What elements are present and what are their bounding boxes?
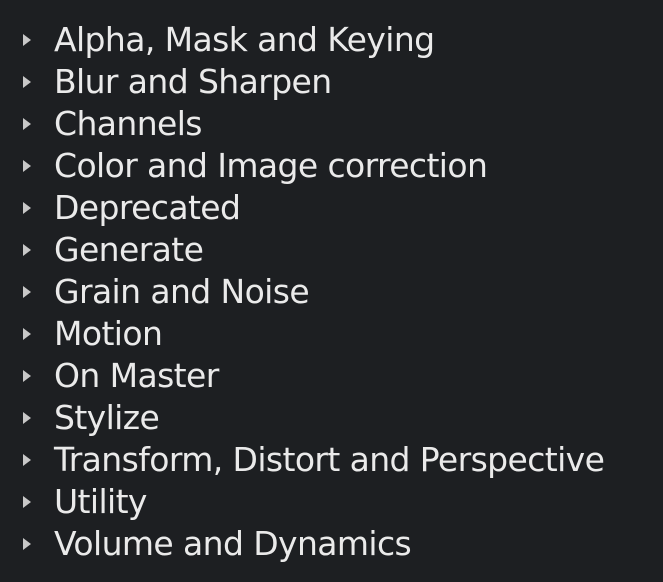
tree-item-utility[interactable]: Utility — [0, 481, 663, 523]
expand-arrow-icon[interactable] — [0, 103, 54, 145]
expand-arrow-icon[interactable] — [0, 439, 54, 481]
tree-item-motion[interactable]: Motion — [0, 313, 663, 355]
expand-arrow-icon[interactable] — [0, 187, 54, 229]
tree-item-blur-sharpen[interactable]: Blur and Sharpen — [0, 61, 663, 103]
tree-item-label: On Master — [54, 356, 219, 395]
tree-item-color-image-correction[interactable]: Color and Image correction — [0, 145, 663, 187]
tree-item-channels[interactable]: Channels — [0, 103, 663, 145]
tree-item-alpha-mask-keying[interactable]: Alpha, Mask and Keying — [0, 19, 663, 61]
tree-item-label: Blur and Sharpen — [54, 62, 332, 101]
expand-arrow-icon[interactable] — [0, 229, 54, 271]
expand-arrow-icon[interactable] — [0, 271, 54, 313]
tree-item-stylize[interactable]: Stylize — [0, 397, 663, 439]
tree-item-on-master[interactable]: On Master — [0, 355, 663, 397]
expand-arrow-icon[interactable] — [0, 61, 54, 103]
expand-arrow-icon[interactable] — [0, 355, 54, 397]
tree-item-label: Volume and Dynamics — [54, 524, 412, 563]
effects-category-tree: Alpha, Mask and Keying Blur and Sharpen … — [0, 0, 663, 582]
expand-arrow-icon[interactable] — [0, 397, 54, 439]
expand-arrow-icon[interactable] — [0, 313, 54, 355]
expand-arrow-icon[interactable] — [0, 19, 54, 61]
expand-arrow-icon[interactable] — [0, 145, 54, 187]
tree-item-label: Generate — [54, 230, 204, 269]
tree-item-generate[interactable]: Generate — [0, 229, 663, 271]
tree-item-grain-noise[interactable]: Grain and Noise — [0, 271, 663, 313]
tree-item-label: Motion — [54, 314, 163, 353]
tree-item-deprecated[interactable]: Deprecated — [0, 187, 663, 229]
tree-item-label: Deprecated — [54, 188, 241, 227]
tree-item-label: Utility — [54, 482, 147, 521]
tree-item-label: Stylize — [54, 398, 160, 437]
tree-item-volume-dynamics[interactable]: Volume and Dynamics — [0, 523, 663, 565]
expand-arrow-icon[interactable] — [0, 481, 54, 523]
expand-arrow-icon[interactable] — [0, 523, 54, 565]
tree-item-label: Grain and Noise — [54, 272, 310, 311]
tree-item-label: Color and Image correction — [54, 146, 488, 185]
tree-item-label: Transform, Distort and Perspective — [54, 440, 605, 479]
tree-item-transform-distort-perspective[interactable]: Transform, Distort and Perspective — [0, 439, 663, 481]
tree-item-label: Alpha, Mask and Keying — [54, 20, 435, 59]
tree-item-label: Channels — [54, 104, 202, 143]
